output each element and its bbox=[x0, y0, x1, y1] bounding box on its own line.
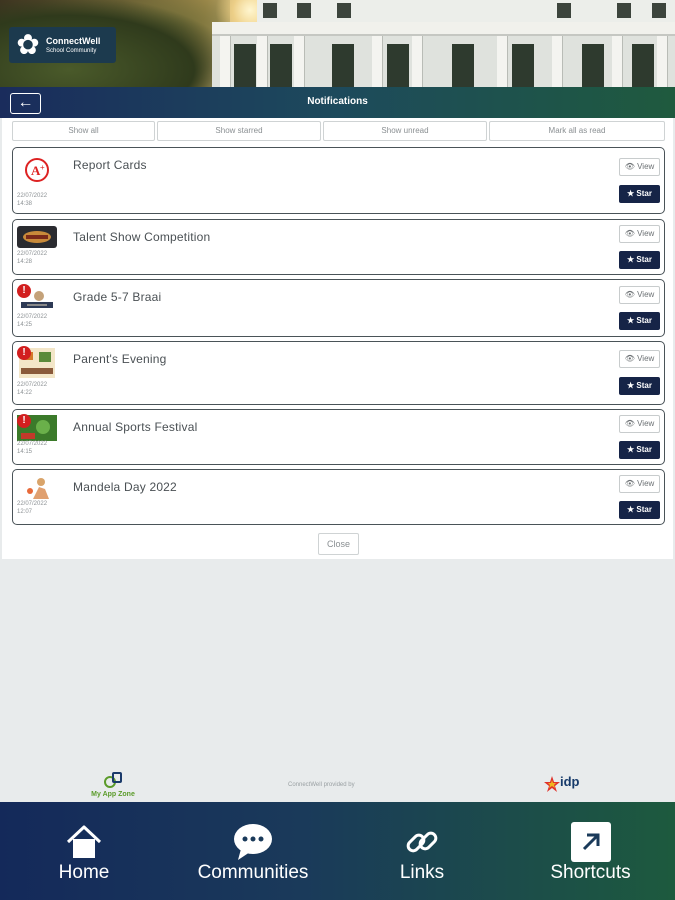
star-button[interactable]: ★ Star bbox=[619, 185, 660, 203]
eye-icon: 👁 bbox=[624, 479, 635, 488]
show-all-button[interactable]: Show all bbox=[12, 121, 155, 141]
filter-bar: Show all Show starred Show unread Mark a… bbox=[12, 121, 665, 141]
notification-title: Report Cards bbox=[73, 158, 147, 172]
mark-all-read-button[interactable]: Mark all as read bbox=[489, 121, 665, 141]
nav-home[interactable]: Home bbox=[0, 802, 168, 900]
eye-icon: 👁 bbox=[624, 162, 635, 171]
bottom-nav: Home Communities Links Shortcuts bbox=[0, 802, 675, 900]
star-button[interactable]: ★ Star bbox=[619, 251, 660, 269]
alert-icon: ! bbox=[17, 414, 31, 428]
nav-links[interactable]: Links bbox=[338, 802, 506, 900]
logo-subtitle: School Community bbox=[46, 47, 97, 54]
star-button[interactable]: ★ Star bbox=[619, 377, 660, 395]
nav-communities-label: Communities bbox=[197, 862, 309, 883]
notification-item[interactable]: ! 22/07/2022 14:25 Grade 5-7 Braai 👁 View… bbox=[12, 279, 665, 337]
notification-item[interactable]: ! 22/07/2022 14:22 Parent's Evening 👁 Vie… bbox=[12, 341, 665, 405]
alert-icon: ! bbox=[17, 284, 31, 298]
alert-icon: ! bbox=[17, 346, 31, 360]
notification-title: Mandela Day 2022 bbox=[73, 480, 177, 494]
star-icon: ★ bbox=[627, 189, 635, 198]
nav-shortcuts[interactable]: Shortcuts bbox=[506, 802, 675, 900]
notification-date: 22/07/2022 14:38 bbox=[17, 193, 48, 207]
eye-icon: 👁 bbox=[624, 419, 635, 428]
eye-icon: 👁 bbox=[624, 229, 635, 238]
notification-item[interactable]: A + 22/07/2022 14:38 Report Cards 👁 View ★… bbox=[12, 147, 665, 214]
talent-show-icon bbox=[17, 226, 57, 248]
header-banner: ✿ ConnectWell School Community bbox=[0, 0, 675, 87]
notification-date: 22/07/2022 14:22 bbox=[17, 382, 48, 396]
star-button[interactable]: ★ Star bbox=[619, 312, 660, 330]
logo-title: ConnectWell bbox=[46, 35, 101, 46]
report-card-icon: A + bbox=[17, 157, 57, 182]
app-logo: ✿ ConnectWell School Community bbox=[9, 27, 116, 63]
close-button[interactable]: Close bbox=[318, 533, 359, 555]
chat-bubble-icon bbox=[233, 822, 273, 862]
notification-date: 22/07/2022 12:07 bbox=[17, 501, 48, 515]
view-button[interactable]: 👁 View bbox=[619, 350, 660, 368]
notification-title: Talent Show Competition bbox=[73, 230, 211, 244]
notification-date: 22/07/2022 14:15 bbox=[17, 441, 48, 455]
svg-text:+: + bbox=[40, 163, 45, 172]
idp-star-icon bbox=[544, 776, 560, 792]
external-arrow-icon bbox=[570, 822, 611, 862]
notifications-panel: Show all Show starred Show unread Mark a… bbox=[2, 118, 673, 559]
notification-date: 22/07/2022 14:25 bbox=[17, 314, 48, 328]
notification-item[interactable]: 22/07/2022 14:28 Talent Show Competition … bbox=[12, 219, 665, 275]
home-icon bbox=[64, 822, 104, 862]
banner-building bbox=[212, 0, 675, 87]
eye-icon: 👁 bbox=[624, 290, 635, 299]
view-button[interactable]: 👁 View bbox=[619, 158, 660, 176]
idp-logo: idp bbox=[544, 774, 584, 794]
show-unread-button[interactable]: Show unread bbox=[323, 121, 487, 141]
notification-title: Parent's Evening bbox=[73, 352, 167, 366]
star-button[interactable]: ★ Star bbox=[619, 501, 660, 519]
star-icon: ★ bbox=[627, 255, 635, 264]
notification-date: 22/07/2022 14:28 bbox=[17, 251, 48, 265]
app-zone-label: My App Zone bbox=[91, 791, 135, 798]
show-starred-button[interactable]: Show starred bbox=[157, 121, 321, 141]
link-icon bbox=[402, 822, 442, 862]
eye-icon: 👁 bbox=[624, 354, 635, 363]
star-icon: ★ bbox=[627, 316, 635, 325]
star-icon: ★ bbox=[627, 381, 635, 390]
notification-title: Annual Sports Festival bbox=[73, 420, 198, 434]
star-icon: ★ bbox=[627, 445, 635, 454]
mandela-day-icon bbox=[17, 475, 57, 501]
logo-mark-icon: ✿ bbox=[16, 29, 40, 60]
star-icon: ★ bbox=[627, 505, 635, 514]
nav-links-label: Links bbox=[399, 862, 445, 883]
nav-home-label: Home bbox=[58, 862, 110, 883]
notification-item[interactable]: 22/07/2022 12:07 Mandela Day 2022 👁 View … bbox=[12, 469, 665, 525]
title-bar: ← Notifications bbox=[0, 87, 675, 118]
provided-by-text: ConnectWell provided by bbox=[288, 782, 355, 788]
notification-item[interactable]: ! 22/07/2022 14:15 Annual Sports Festival… bbox=[12, 409, 665, 465]
nav-shortcuts-label: Shortcuts bbox=[550, 862, 631, 883]
app-zone-icon bbox=[104, 772, 122, 789]
view-button[interactable]: 👁 View bbox=[619, 415, 660, 433]
page-title: Notifications bbox=[307, 96, 368, 107]
star-button[interactable]: ★ Star bbox=[619, 441, 660, 459]
view-button[interactable]: 👁 View bbox=[619, 225, 660, 243]
view-button[interactable]: 👁 View bbox=[619, 286, 660, 304]
view-button[interactable]: 👁 View bbox=[619, 475, 660, 493]
nav-communities[interactable]: Communities bbox=[168, 802, 338, 900]
my-app-zone-link[interactable]: My App Zone bbox=[82, 772, 144, 798]
notification-title: Grade 5-7 Braai bbox=[73, 290, 162, 304]
